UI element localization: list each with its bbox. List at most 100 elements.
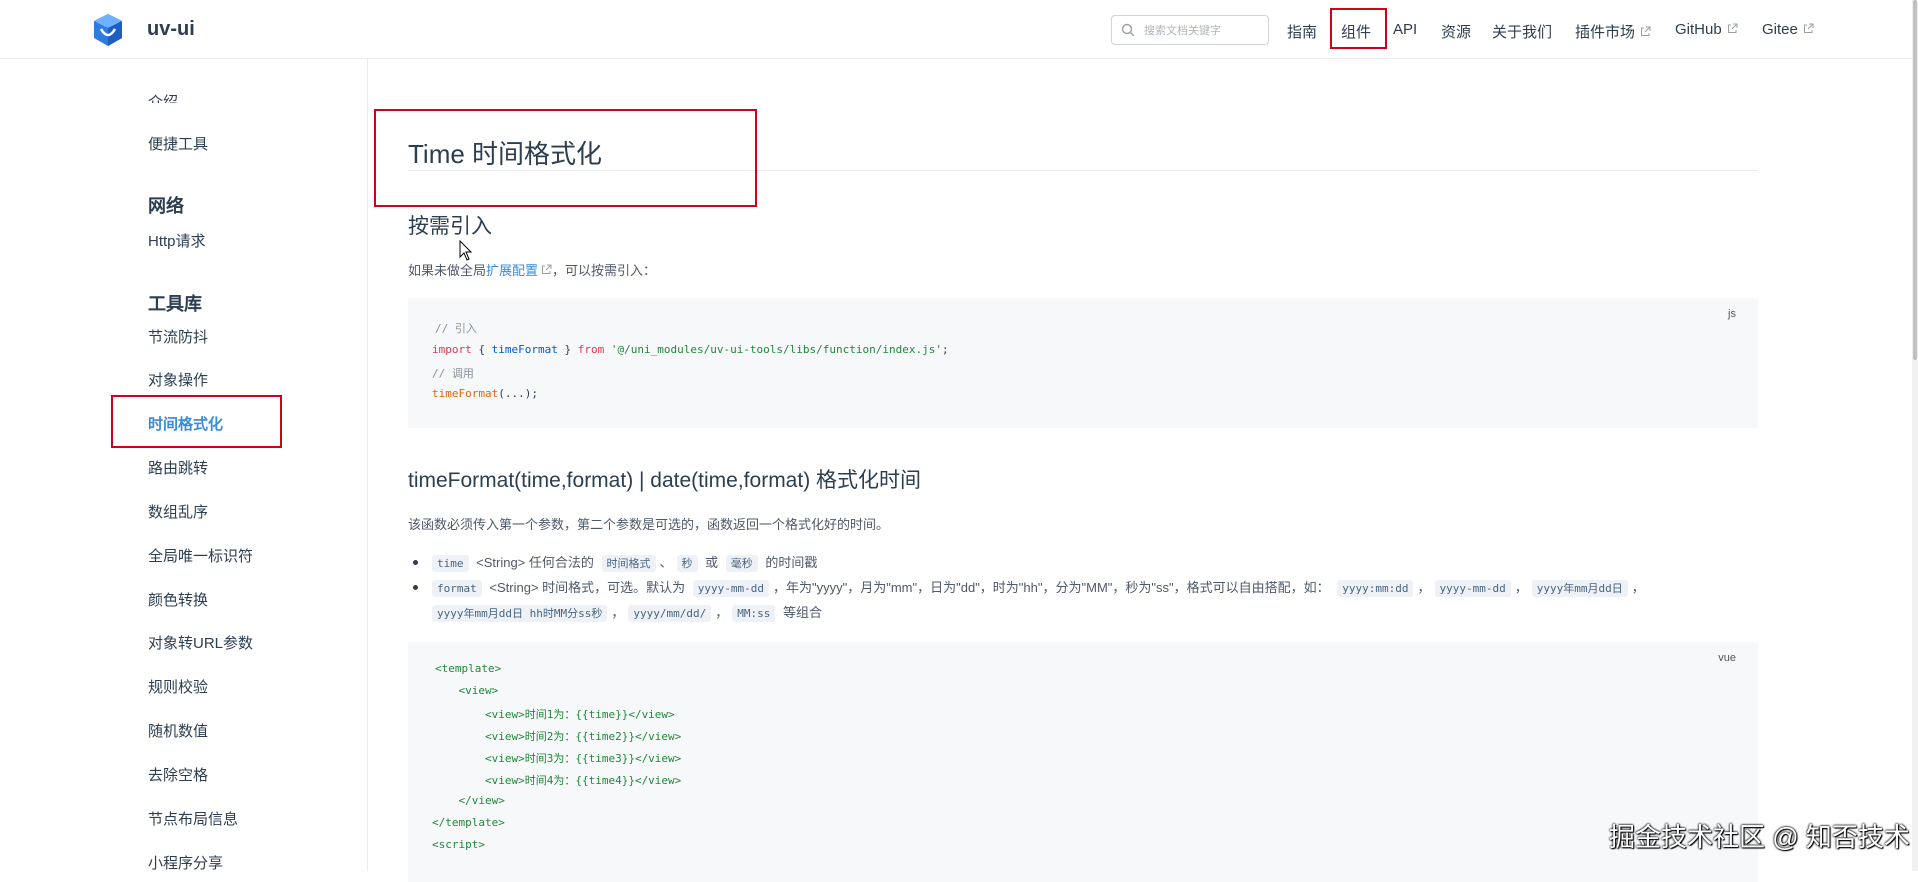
bullet-dot xyxy=(413,585,418,590)
sidebar-item-http[interactable]: Http请求 xyxy=(148,230,206,251)
mouse-cursor-icon xyxy=(459,240,473,261)
ext-config-link[interactable]: 扩展配置 xyxy=(486,263,538,278)
param-text: 或 xyxy=(705,555,719,570)
code-string: '@/uni_modules/uv-ui-tools/libs/function… xyxy=(610,343,942,356)
nav-about-us[interactable]: 关于我们 xyxy=(1492,21,1552,42)
external-link-icon xyxy=(1641,26,1651,36)
param-text: 的时间戳 xyxy=(765,555,818,570)
param-text: <String> 时间格式，可选。默认为 xyxy=(489,580,686,595)
timeformat-description: 该函数必须传入第一个参数，第二个参数是可选的，函数返回一个格式化好的时间。 xyxy=(408,517,890,532)
external-link-icon xyxy=(542,264,552,274)
sidebar-heading-network: 网络 xyxy=(148,196,184,216)
inline-code: format xyxy=(432,580,482,597)
code-line: import { timeFormat } from '@/uni_module… xyxy=(432,343,949,356)
uv-ui-logo-icon[interactable] xyxy=(92,13,124,47)
nav-github[interactable]: GitHub xyxy=(1675,21,1738,38)
param-comma: ， xyxy=(611,605,625,620)
param-sep: 、 xyxy=(659,555,673,570)
sidebar-item-route[interactable]: 路由跳转 xyxy=(148,457,208,478)
import-text-before: 如果未做全局 xyxy=(408,263,487,278)
sidebar-item-trim[interactable]: 去除空格 xyxy=(148,764,208,785)
site-name[interactable]: uv-ui xyxy=(147,18,195,41)
nav-guide[interactable]: 指南 xyxy=(1287,21,1317,42)
sidebar-item-quick-tools[interactable]: 便捷工具 xyxy=(148,133,208,154)
section-heading-timeformat: timeFormat(time,format) | date(time,form… xyxy=(408,469,922,492)
nav-api[interactable]: API xyxy=(1393,21,1417,38)
param-comma: ， xyxy=(1631,580,1645,595)
param-item-format-cont: yyyy年mm月dd日 hh时MM分ss秒， yyyy/mm/dd/， MM:ss … xyxy=(428,602,822,622)
sidebar-item-rect[interactable]: 节点布局信息 xyxy=(148,808,238,829)
sidebar-item-intro[interactable]: 介绍 xyxy=(148,91,178,103)
code-line: <script> xyxy=(432,838,485,851)
import-paragraph: 如果未做全局扩展配置 ，可以按需引入： xyxy=(408,260,656,279)
sidebar-item-share[interactable]: 小程序分享 xyxy=(148,852,223,871)
nav-plugin-market[interactable]: 插件市场 xyxy=(1575,21,1651,42)
param-comma: ， xyxy=(1417,580,1431,595)
code-line: </template> xyxy=(432,816,505,829)
inline-code: yyyy/mm/dd/ xyxy=(628,605,712,622)
code-block-import: js // 引入 import { timeFormat } from '@/u… xyxy=(408,298,1758,428)
param-comma: ， xyxy=(715,605,729,620)
nav-resources[interactable]: 资源 xyxy=(1441,21,1471,42)
code-line: <view> xyxy=(432,684,499,697)
search-icon xyxy=(1121,23,1135,37)
sidebar: 介绍 便捷工具 网络 Http请求 工具库 节流防抖 对象操作 时间格式化 路由… xyxy=(0,58,368,871)
highlight-box-title xyxy=(374,109,757,207)
code-line: <template> xyxy=(435,662,502,675)
nav-github-label: GitHub xyxy=(1675,21,1722,38)
external-link-icon xyxy=(1803,23,1814,33)
inline-code: time xyxy=(432,555,469,572)
search-box[interactable] xyxy=(1111,15,1269,45)
scrollbar-thumb[interactable] xyxy=(1913,0,1917,360)
code-line: <view>时间1为：{{time}}</view> xyxy=(432,708,675,721)
code-call: timeFormat xyxy=(432,387,499,400)
sidebar-item-color[interactable]: 颜色转换 xyxy=(148,589,208,610)
code-line: </view> xyxy=(432,794,505,807)
param-item-time: time <String> 任何合法的 时间格式、秒 或 毫秒 的时间戳 xyxy=(408,552,818,572)
param-item-format: format <String> 时间格式，可选。默认为 yyyy-mm-dd ，年… xyxy=(408,577,1645,597)
nav-gitee[interactable]: Gitee xyxy=(1762,21,1814,38)
sidebar-item-object[interactable]: 对象操作 xyxy=(148,369,208,390)
code-keyword: import xyxy=(432,343,472,356)
inline-code: 时间格式 xyxy=(601,555,656,572)
param-text: <String> 任何合法的 xyxy=(476,555,594,570)
external-link-icon xyxy=(1727,23,1738,33)
param-text: ，年为"yyyy"，月为"mm"，日为"dd"，时为"hh"，分为"MM"，秒为… xyxy=(773,580,1330,595)
sidebar-item-shuffle[interactable]: 数组乱序 xyxy=(148,501,208,522)
code-identifier: timeFormat xyxy=(491,343,558,356)
inline-code: yyyy-mm-dd xyxy=(692,580,769,597)
watermark-text: 掘金技术社区 @ 知否技术 xyxy=(1609,822,1910,852)
param-comma: ， xyxy=(1514,580,1528,595)
code-line: <view>时间4为：{{time4}}</view> xyxy=(432,774,682,787)
sidebar-item-throttle[interactable]: 节流防抖 xyxy=(148,326,208,347)
sidebar-item-validate[interactable]: 规则校验 xyxy=(148,676,208,697)
code-line: timeFormat(...); xyxy=(432,387,538,400)
inline-code: yyyy年mm月dd日 xyxy=(1531,580,1628,597)
inline-code: yyyy-mm-dd xyxy=(1434,580,1511,597)
code-line: <view>时间2为：{{time2}}</view> xyxy=(432,730,682,743)
highlight-box-sidebar xyxy=(111,395,282,448)
inline-code: yyyy年mm月dd日 hh时MM分ss秒 xyxy=(432,605,608,622)
code-args: (...); xyxy=(498,387,538,400)
param-text: 等组合 xyxy=(782,605,822,620)
inline-code: 秒 xyxy=(676,555,698,572)
section-heading-import: 按需引入 xyxy=(408,215,492,238)
code-line: // 调用 xyxy=(432,365,474,381)
sidebar-heading-utils: 工具库 xyxy=(148,294,202,314)
code-lang-label: js xyxy=(1728,308,1736,320)
nav-gitee-label: Gitee xyxy=(1762,21,1798,38)
sidebar-item-guid[interactable]: 全局唯一标识符 xyxy=(148,545,253,566)
code-block-vue: vue <template> <view> <view>时间1为：{{time}… xyxy=(408,642,1758,882)
inline-code: yyyy:mm:dd xyxy=(1337,580,1414,597)
search-input[interactable] xyxy=(1142,21,1266,41)
code-line: // 引入 xyxy=(435,320,477,336)
inline-code: MM:ss xyxy=(732,605,776,622)
sidebar-item-random[interactable]: 随机数值 xyxy=(148,720,208,741)
bullet-dot xyxy=(413,560,418,565)
code-comment: // 引入 xyxy=(435,322,477,335)
inline-code: 毫秒 xyxy=(725,555,758,572)
sidebar-item-query-params[interactable]: 对象转URL参数 xyxy=(148,632,253,653)
top-navbar: uv-ui 指南 组件 API 资源 关于我们 插件市场 GitHub Gite… xyxy=(0,0,1912,59)
code-comment: // 调用 xyxy=(432,367,474,380)
code-keyword: from xyxy=(577,343,605,356)
